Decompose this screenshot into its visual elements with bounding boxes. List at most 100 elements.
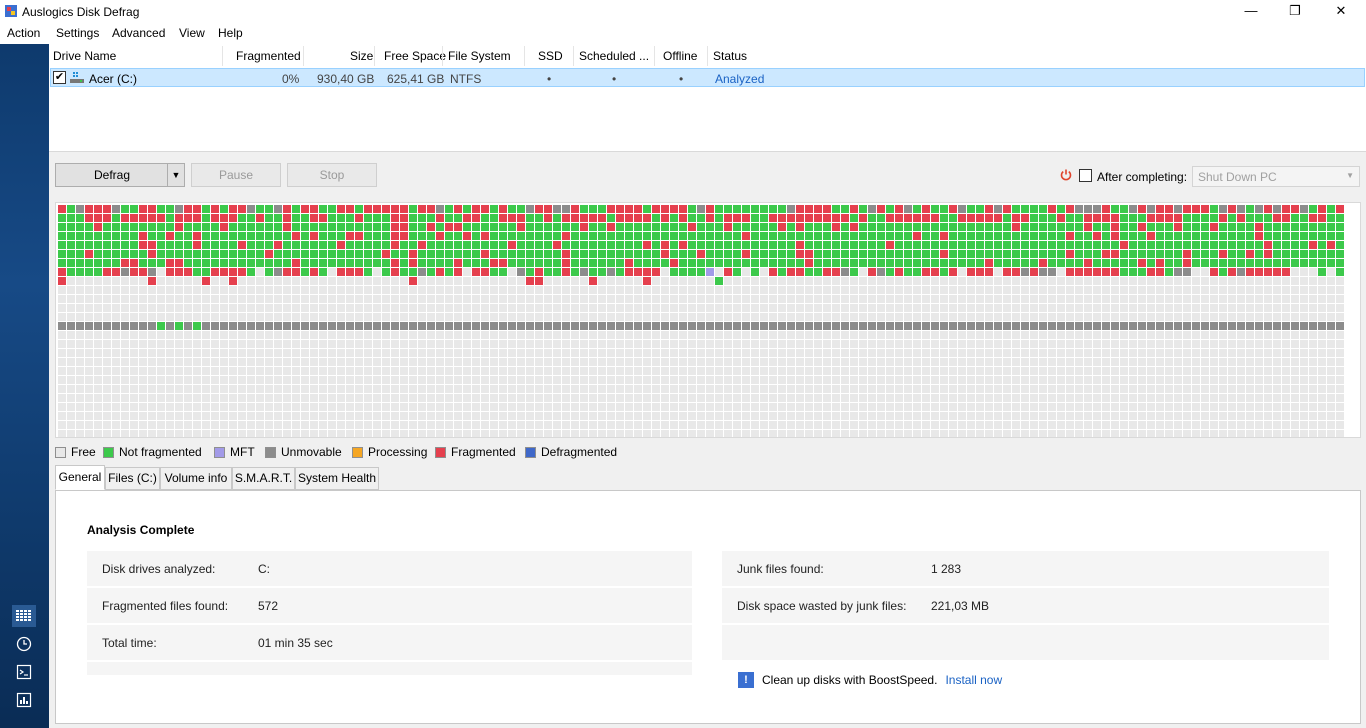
cluster-block <box>1102 394 1110 402</box>
cluster-block <box>112 394 120 402</box>
cluster-block <box>1156 322 1164 330</box>
cluster-block <box>1093 268 1101 276</box>
cluster-block <box>1237 277 1245 285</box>
cluster-block <box>346 223 354 231</box>
cluster-block <box>1192 223 1200 231</box>
cluster-block <box>310 232 318 240</box>
cluster-block <box>418 430 426 438</box>
column-scheduled[interactable]: Scheduled ... <box>579 49 649 63</box>
tab-smart[interactable]: S.M.A.R.T. <box>232 467 295 490</box>
pause-button[interactable]: Pause <box>191 163 281 187</box>
tab-files[interactable]: Files (C:) <box>105 467 160 490</box>
menu-settings[interactable]: Settings <box>56 26 99 40</box>
cluster-block <box>1075 358 1083 366</box>
drive-row[interactable]: ✔ Acer (C:) 0% 930,40 GB 625,41 GB NTFS … <box>50 68 1365 87</box>
cluster-block <box>931 313 939 321</box>
menu-action[interactable]: Action <box>7 26 40 40</box>
cluster-block <box>643 430 651 438</box>
clock-icon[interactable] <box>12 633 36 655</box>
defrag-button[interactable]: Defrag ▼ <box>55 163 185 187</box>
menu-advanced[interactable]: Advanced <box>112 26 165 40</box>
drive-checkbox[interactable]: ✔ <box>53 71 66 84</box>
column-status[interactable]: Status <box>713 49 747 63</box>
cluster-block <box>148 412 156 420</box>
cluster-block <box>1210 403 1218 411</box>
cluster-block <box>409 367 417 375</box>
cluster-block <box>1228 205 1236 213</box>
column-free-space[interactable]: Free Space <box>384 49 446 63</box>
cluster-block <box>328 349 336 357</box>
cluster-block <box>1291 331 1299 339</box>
cluster-block <box>364 430 372 438</box>
cluster-block <box>1075 367 1083 375</box>
column-drive-name[interactable]: Drive Name <box>53 49 116 63</box>
cluster-block <box>202 205 210 213</box>
cluster-block <box>1300 286 1308 294</box>
column-file-system[interactable]: File System <box>448 49 511 63</box>
column-ssd[interactable]: SSD <box>538 49 563 63</box>
cluster-block <box>742 367 750 375</box>
cluster-block <box>1327 214 1335 222</box>
cluster-block <box>1210 313 1218 321</box>
after-completing-select[interactable]: Shut Down PC ▼ <box>1192 166 1360 187</box>
maximize-button[interactable]: ❐ <box>1272 0 1318 24</box>
menu-help[interactable]: Help <box>218 26 243 40</box>
cluster-block <box>877 385 885 393</box>
install-now-link[interactable]: Install now <box>945 673 1002 687</box>
cluster-block <box>679 385 687 393</box>
tab-general[interactable]: General <box>55 465 105 490</box>
cluster-block <box>1075 394 1083 402</box>
cluster-block <box>670 277 678 285</box>
column-offline[interactable]: Offline <box>663 49 697 63</box>
report-icon[interactable] <box>12 689 36 711</box>
cluster-block <box>1111 412 1119 420</box>
tab-volume-info[interactable]: Volume info <box>160 467 232 490</box>
cluster-block <box>1327 232 1335 240</box>
cluster-map[interactable] <box>55 202 1361 438</box>
terminal-icon[interactable] <box>12 661 36 683</box>
cluster-block <box>166 286 174 294</box>
cluster-block <box>841 385 849 393</box>
cluster-block <box>976 340 984 348</box>
cluster-block <box>742 205 750 213</box>
cluster-block <box>238 313 246 321</box>
promo-text: Clean up disks with BoostSpeed. <box>762 673 938 687</box>
cluster-block <box>1192 430 1200 438</box>
cluster-block <box>769 241 777 249</box>
stat-row <box>87 662 692 676</box>
cluster-block <box>346 259 354 267</box>
minimize-button[interactable]: — <box>1228 0 1274 24</box>
stop-button[interactable]: Stop <box>287 163 377 187</box>
menu-view[interactable]: View <box>179 26 205 40</box>
cluster-block <box>787 205 795 213</box>
cluster-map-icon[interactable] <box>12 605 36 627</box>
cluster-block <box>535 268 543 276</box>
column-fragmented[interactable]: Fragmented <box>236 49 301 63</box>
cluster-block <box>778 205 786 213</box>
cluster-block <box>1066 313 1074 321</box>
cluster-block <box>409 394 417 402</box>
cluster-block <box>1075 223 1083 231</box>
cluster-block <box>715 241 723 249</box>
cluster-block <box>265 340 273 348</box>
cluster-block <box>1282 412 1290 420</box>
app-icon <box>5 5 17 17</box>
cluster-block <box>1057 295 1065 303</box>
column-size[interactable]: Size <box>350 49 373 63</box>
close-button[interactable]: ✕ <box>1318 0 1364 24</box>
cluster-block <box>1264 232 1272 240</box>
cluster-block <box>220 214 228 222</box>
cluster-block <box>688 403 696 411</box>
chevron-down-icon[interactable]: ▼ <box>167 164 184 186</box>
tab-system-health[interactable]: System Health <box>295 467 379 490</box>
cluster-block <box>913 403 921 411</box>
cluster-block <box>670 322 678 330</box>
cluster-block <box>913 349 921 357</box>
cluster-block <box>1075 412 1083 420</box>
cluster-block <box>265 304 273 312</box>
cluster-block <box>742 376 750 384</box>
cluster-block <box>643 367 651 375</box>
cluster-block <box>760 286 768 294</box>
cluster-block <box>346 340 354 348</box>
after-completing-checkbox[interactable] <box>1079 169 1092 182</box>
